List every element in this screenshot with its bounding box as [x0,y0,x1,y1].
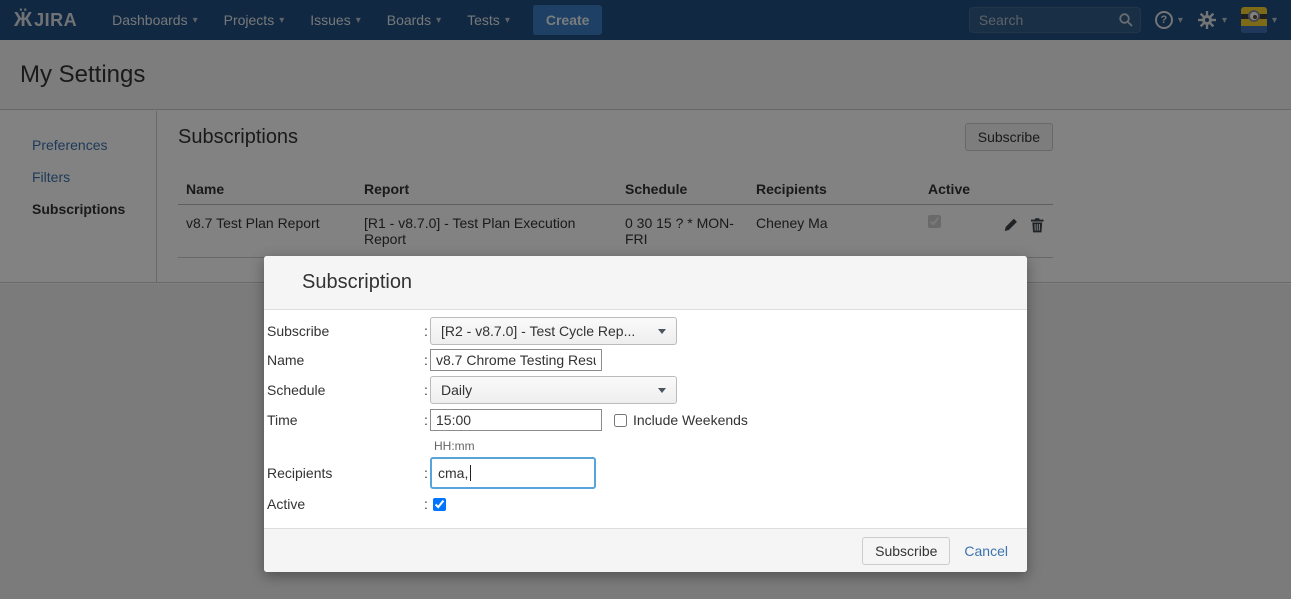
subscribe-field-row: Subscribe [R2 - v8.7.0] - Test Cycle Rep… [267,317,677,345]
dialog-header: Subscription [264,256,1027,310]
recipients-input-value: cma, [438,465,468,481]
report-select-value: [R2 - v8.7.0] - Test Cycle Rep... [441,323,635,339]
schedule-field-label: Schedule [267,382,424,398]
name-field-row: Name [267,349,602,371]
dialog-subscribe-button[interactable]: Subscribe [862,537,950,565]
active-field-label: Active [267,496,424,512]
recipients-field-label: Recipients [267,465,424,481]
dialog-footer: Subscribe Cancel [264,528,1027,572]
time-field-row: Time Include Weekends [267,409,748,431]
chevron-down-icon [658,329,666,334]
time-field-label: Time [267,412,424,428]
recipients-field-row: Recipients cma, [267,457,596,489]
include-weekends-checkbox[interactable] [614,414,627,427]
dialog-body: Subscribe [R2 - v8.7.0] - Test Cycle Rep… [264,310,1027,527]
dialog-title: Subscription [302,271,412,294]
subscription-dialog: Subscription Subscribe [R2 - v8.7.0] - T… [264,256,1027,572]
name-field-label: Name [267,352,424,368]
schedule-field-row: Schedule Daily [267,376,677,404]
active-field-row: Active [267,496,446,512]
text-cursor [470,465,471,481]
name-input[interactable] [430,349,602,371]
chevron-down-icon [658,388,666,393]
subscribe-field-label: Subscribe [267,323,424,339]
include-weekends-label: Include Weekends [633,412,748,428]
active-checkbox[interactable] [433,498,446,511]
app-window: JIRA Dashboards Projects Issues Boards T… [0,0,1291,599]
recipients-input[interactable]: cma, [430,457,596,489]
colon [424,496,430,512]
dialog-cancel-link[interactable]: Cancel [964,543,1008,559]
time-format-hint: HH:mm [434,439,475,453]
schedule-select-value: Daily [441,382,472,398]
schedule-select[interactable]: Daily [430,376,677,404]
time-input[interactable] [430,409,602,431]
report-select[interactable]: [R2 - v8.7.0] - Test Cycle Rep... [430,317,677,345]
